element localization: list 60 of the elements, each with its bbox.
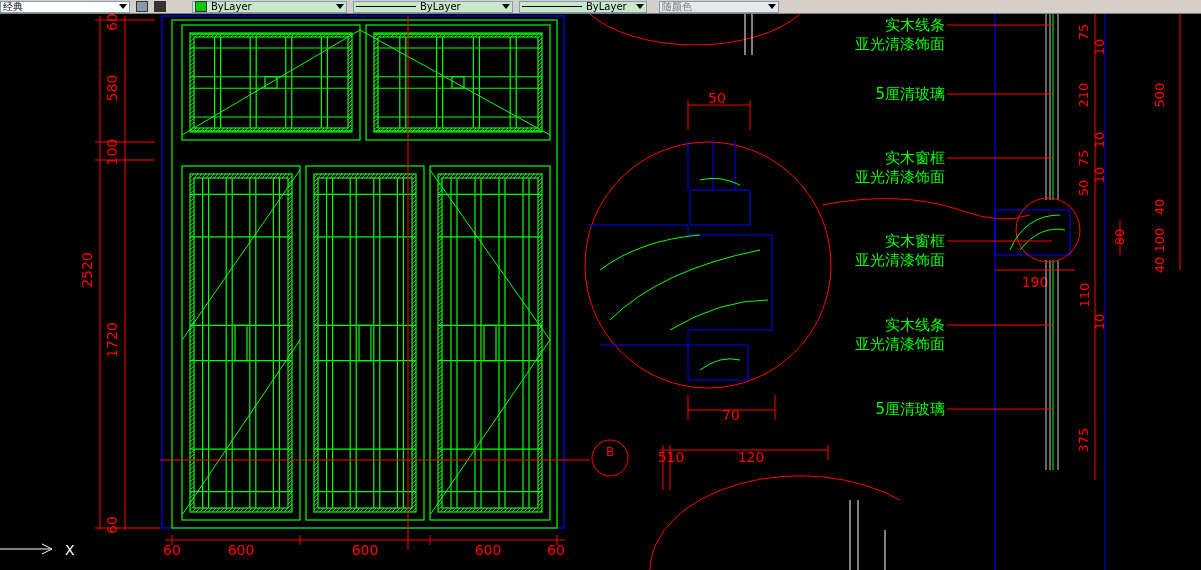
dimension-text: 50: [1076, 179, 1091, 197]
workspace-dropdown[interactable]: 经典: [0, 0, 130, 13]
section-marker-label: B: [605, 445, 615, 459]
caret-icon: [502, 4, 510, 9]
annotation-text: 亚光清漆饰面: [855, 335, 945, 353]
dimension-text: 210: [1076, 82, 1091, 108]
dimension-text: 190: [1021, 274, 1049, 290]
annotation-text: 亚光清漆饰面: [855, 251, 945, 269]
dimension-text: 100: [104, 138, 120, 166]
line-sample-icon: [356, 5, 416, 8]
dimension-text: 70: [722, 407, 740, 423]
caret-icon: [768, 4, 776, 9]
annotation-text: 亚光清漆饰面: [855, 168, 945, 186]
lineweight-dropdown[interactable]: ByLayer: [519, 0, 647, 13]
dimension-text: 10: [1092, 131, 1107, 149]
section-marker-circle: [591, 439, 629, 477]
annotation-text: 5厘清玻璃: [875, 85, 945, 103]
dimension-text: 10: [1092, 38, 1107, 56]
dimension-text: 600: [227, 542, 255, 558]
dimension-text: 600: [474, 542, 502, 558]
dimension-text: 100: [1152, 227, 1167, 253]
dimension-text: 2520: [79, 252, 95, 288]
annotation-text: 5厘清玻璃: [875, 400, 945, 418]
annotation-text: 实木窗框: [885, 149, 945, 167]
annotation-text: 实木线条: [885, 16, 945, 34]
color-swatch-icon: [195, 1, 207, 12]
caret-icon: [336, 4, 344, 9]
linetype-dropdown[interactable]: ByLayer: [353, 0, 513, 13]
dimension-text: 75: [1076, 23, 1091, 41]
dimension-text: 60: [104, 516, 120, 534]
dimension-text: 500: [1152, 82, 1167, 108]
section-strip-drawing: [744, 14, 753, 56]
section-strip-drawing: [849, 499, 886, 570]
dimension-text: 510: [657, 449, 685, 465]
dimension-text: 60: [163, 542, 181, 558]
dimension-text: 580: [104, 74, 120, 102]
dimension-text: 1720: [104, 322, 120, 358]
dimension-text: 75: [1076, 149, 1091, 167]
dimension-text: 120: [737, 449, 765, 465]
axis-label: X: [65, 542, 75, 558]
x-axis-arrow: [0, 543, 53, 555]
caret-icon: [636, 4, 644, 9]
dimension-text: 60: [547, 542, 565, 558]
annotation-text: 实木线条: [885, 316, 945, 334]
dimension-text: 40: [1152, 256, 1167, 274]
caret-icon: [119, 4, 127, 9]
dimension-text: 375: [1076, 427, 1091, 453]
dimension-text: 600: [351, 542, 379, 558]
plot-style-dropdown[interactable]: 随颜色: [659, 0, 779, 13]
dimension-text: 40: [1152, 198, 1167, 216]
line-sample-icon: [522, 5, 582, 8]
dimension-text: 80: [1112, 228, 1127, 246]
dimension-text: 60: [104, 14, 120, 31]
dimension-text: 10: [1092, 313, 1107, 331]
dimension-text: 10: [1092, 166, 1107, 184]
dimension-text: 110: [1077, 282, 1092, 308]
color-dropdown[interactable]: ByLayer: [192, 0, 347, 13]
annotation-text: 亚光清漆饰面: [855, 35, 945, 53]
annotation-text: 实木窗框: [885, 232, 945, 250]
dimension-text: 50: [708, 90, 726, 106]
